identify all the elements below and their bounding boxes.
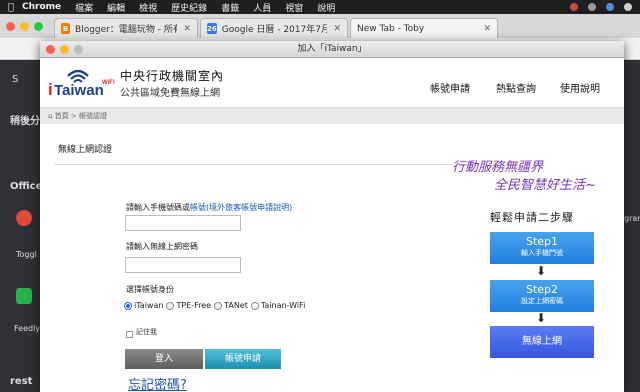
menu-window[interactable]: 視窗 [285, 1, 303, 14]
breadcrumb-text[interactable]: 首頁 > 帳號認證 [55, 112, 107, 120]
tab-title: Blogger：電腦玩物 - 所有文章 [75, 25, 178, 35]
close-tab-icon[interactable]: ✕ [177, 24, 191, 34]
radio-tpe-free[interactable] [166, 301, 175, 310]
bg-later-label: 稍後分 [10, 116, 40, 127]
slogan-line-1: 行動服務無疆界 [452, 160, 544, 175]
breadcrumb: ⌂ 首頁 > 帳號認證 [40, 108, 624, 124]
phone-label-text: 請輸入手機號碼或 [126, 203, 190, 212]
brand-line-2: 公共區域免費無線上網 [120, 88, 220, 99]
svg-text:WiFi: WiFi [102, 80, 115, 86]
menu-history[interactable]: 歷史紀錄 [171, 1, 207, 14]
calendar-icon: 26 [207, 23, 217, 34]
step2-title: Step2 [525, 283, 559, 296]
step1-box: Step1 輸入手機門號 [490, 232, 594, 264]
tab-title: Google 日曆 - 2017年7月17日 [221, 25, 328, 35]
nav-account-apply[interactable]: 帳號申請 [430, 80, 470, 95]
zoom-popup-icon[interactable] [74, 45, 83, 54]
step2-box: Step2 設定上網密碼 [490, 280, 594, 312]
radio-label: TPE-Free [176, 301, 212, 310]
home-icon[interactable]: ⌂ [48, 112, 52, 120]
menu-view[interactable]: 檢視 [139, 1, 157, 14]
step1-title: Step1 [525, 235, 559, 248]
minimize-popup-icon[interactable] [60, 45, 69, 54]
close-tab-icon[interactable]: ✕ [327, 24, 341, 34]
close-popup-icon[interactable] [46, 45, 55, 54]
bg-rest-label: rest [10, 376, 33, 387]
remember-me-checkbox[interactable] [126, 331, 133, 338]
step1-subtitle: 輸入手機門號 [521, 249, 563, 257]
popup-window-controls [46, 45, 83, 54]
section-title: 無線上網認證 [58, 145, 113, 155]
wifi-logo-icon: i Taiwan WiFi [48, 69, 115, 99]
radio-label: iTaiwan [134, 301, 164, 310]
menubar-app-name[interactable]: Chrome [22, 2, 61, 12]
identity-label: 選擇帳號身份 [126, 285, 174, 294]
forgot-password-link[interactable]: 忘記密碼? [128, 374, 187, 392]
bg-toggl-label: Toggl [16, 250, 37, 259]
bg-office-label: Office [10, 181, 43, 192]
nav-instructions[interactable]: 使用說明 [560, 80, 600, 95]
step2-subtitle: 設定上網密碼 [521, 297, 563, 305]
radio-itaiwan[interactable] [124, 301, 132, 310]
zoom-window-icon[interactable] [34, 22, 43, 31]
final-step-box: 無線上網 [490, 326, 594, 358]
status-blue-icon[interactable] [606, 3, 614, 11]
logo-text: Taiwan [54, 82, 104, 99]
radio-tainan-wifi[interactable] [250, 301, 259, 310]
site-brand: 中央行政機關室內 公共區域免費無線上網 [120, 67, 224, 99]
status-gray-icon[interactable] [588, 3, 596, 11]
radio-label: Tainan-WiFi [260, 301, 306, 310]
bg-right-label: gram [624, 214, 640, 223]
tab-blogger[interactable]: B Blogger：電腦玩物 - 所有文章 ✕ [54, 18, 198, 38]
slogan-line-2: 全民智慧好生活~ [494, 178, 596, 193]
close-tab-icon[interactable]: ✕ [477, 24, 491, 34]
radio-label: TANet [224, 301, 248, 310]
bg-feedly-label: Feedly [14, 324, 41, 333]
section-divider [54, 164, 454, 165]
apple-icon[interactable]:  [0, 2, 22, 13]
phone-label: 請輸入手機號碼或帳號(境外旅客帳號申請說明) [126, 202, 292, 213]
remember-me-label: 記住我 [136, 328, 157, 336]
tab-new-tab[interactable]: New Tab - Toby ✕ [350, 18, 498, 38]
feedly-icon[interactable] [16, 288, 32, 304]
arrow-down-icon: ⬇ [536, 311, 547, 325]
menu-file[interactable]: 檔案 [75, 1, 93, 14]
browser-tabstrip: B Blogger：電腦玩物 - 所有文章 ✕ 26 Google 日曆 - 2… [0, 14, 640, 38]
menu-people[interactable]: 人員 [253, 1, 271, 14]
menu-help[interactable]: 說明 [317, 1, 335, 14]
menubar:  Chrome 檔案 編輯 檢視 歷史紀錄 書籤 人員 視窗 說明 [0, 0, 640, 14]
status-red-icon[interactable] [570, 3, 578, 11]
steps-title: 輕鬆申請二步驟 [490, 211, 574, 224]
tab-google-calendar[interactable]: 26 Google 日曆 - 2017年7月17日 ✕ [200, 18, 348, 38]
svg-text:i: i [48, 80, 53, 99]
login-button[interactable]: 登入 [125, 349, 203, 369]
popup-title: 加入「iTaiwan」 [297, 44, 367, 54]
close-window-icon[interactable] [6, 22, 15, 31]
identity-radio-group: iTaiwan TPE-Free TANet Tainan-WiFi [124, 301, 308, 310]
apply-account-button[interactable]: 帳號申請 [205, 349, 281, 369]
itaiwan-logo[interactable]: i Taiwan WiFi [46, 62, 118, 102]
menu-edit[interactable]: 編輯 [107, 1, 125, 14]
password-input[interactable] [125, 257, 241, 273]
arrow-down-icon: ⬇ [536, 264, 547, 278]
popup-titlebar: 加入「iTaiwan」 [40, 41, 624, 58]
window-controls [6, 22, 43, 31]
site-header: i Taiwan WiFi 中央行政機關室內 公共區域免費無線上網 帳號申請 熱… [40, 58, 624, 108]
phone-input[interactable] [125, 215, 241, 231]
blogger-icon: B [61, 23, 71, 34]
radio-tanet[interactable] [214, 301, 223, 310]
minimize-window-icon[interactable] [20, 22, 29, 31]
tab-title: New Tab - Toby [357, 23, 425, 34]
brand-line-1: 中央行政機關室內 [120, 69, 225, 83]
status-light-icon[interactable] [624, 3, 632, 11]
foreign-visitor-link[interactable]: 帳號(境外旅客帳號申請說明) [190, 203, 292, 212]
nav-hotspot-search[interactable]: 熱點查詢 [496, 80, 536, 95]
menu-bookmarks[interactable]: 書籤 [221, 1, 239, 14]
password-label: 請輸入無線上網密碼 [126, 242, 198, 251]
toggl-icon[interactable] [16, 210, 32, 226]
status-icons [570, 3, 640, 11]
search-icon[interactable]: S [12, 74, 18, 85]
